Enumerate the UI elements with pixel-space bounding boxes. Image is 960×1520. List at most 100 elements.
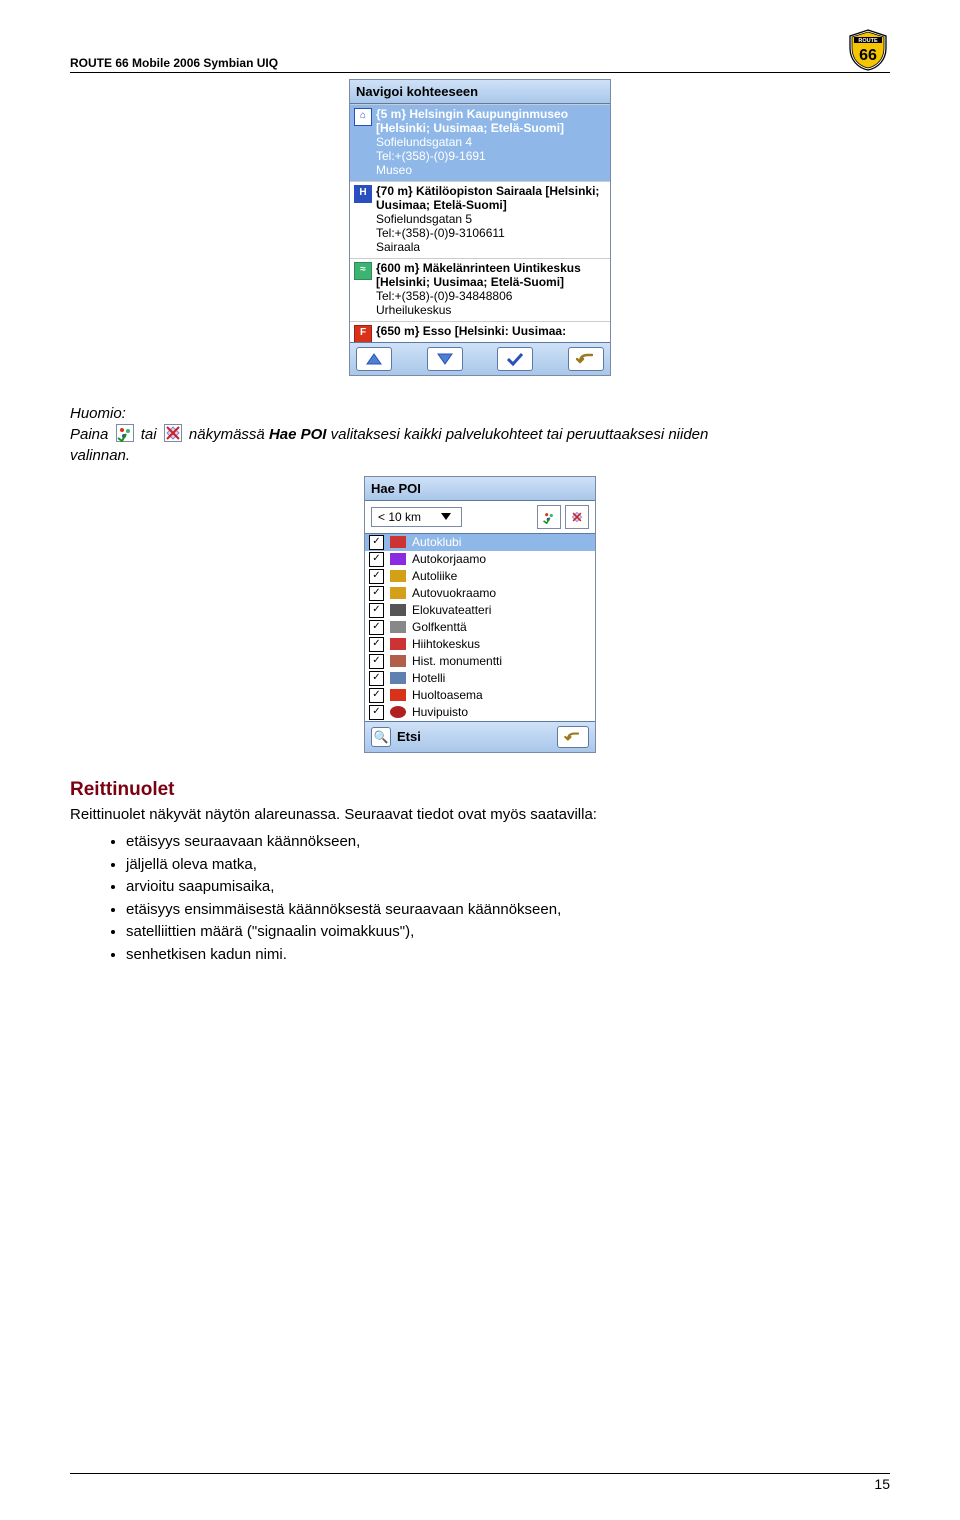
distance-value: < 10 km	[378, 510, 421, 524]
poi-result-item[interactable]: ⌂ {5 m} Helsingin Kaupunginmuseo [Helsin…	[350, 104, 610, 181]
page-header: ROUTE 66 Mobile 2006 Symbian UIQ ROUTE 6…	[70, 28, 890, 73]
poi-tel: Tel:+(358)-(0)9-3106611	[354, 226, 606, 240]
poi-type: Sairaala	[354, 240, 606, 254]
category-label: Huvipuisto	[412, 705, 468, 719]
checkbox-icon[interactable]	[369, 637, 384, 652]
checkbox-icon[interactable]	[369, 620, 384, 635]
list-item: etäisyys ensimmäisestä käännöksestä seur…	[126, 899, 890, 922]
fuel-icon: F	[354, 325, 372, 342]
search-label: Etsi	[397, 729, 421, 744]
list-item: arvioitu saapumisaika,	[126, 876, 890, 899]
checkbox-icon[interactable]	[369, 705, 384, 720]
poi-result-item[interactable]: H {70 m} Kätilöopiston Sairaala [Helsink…	[350, 181, 610, 258]
category-item[interactable]: Huoltoasema	[365, 687, 595, 704]
svg-text:66: 66	[859, 47, 877, 64]
category-label: Huoltoasema	[412, 688, 483, 702]
text: näkymässä	[189, 426, 265, 443]
category-item[interactable]: Huvipuisto	[365, 704, 595, 721]
poi-title: {5 m} Helsingin Kaupunginmuseo [Helsinki…	[376, 107, 606, 135]
select-all-button[interactable]	[537, 505, 561, 529]
category-icon	[390, 689, 406, 701]
text: valitaksesi kaikki palvelukohteet tai pe…	[331, 426, 709, 443]
checkbox-icon[interactable]	[369, 688, 384, 703]
category-icon	[390, 553, 406, 565]
poi-result-item-cutoff[interactable]: F {650 m} Esso [Helsinki: Uusimaa:	[350, 321, 610, 342]
page-number: 15	[874, 1476, 890, 1492]
category-label: Hotelli	[412, 671, 445, 685]
category-icon	[390, 655, 406, 667]
hospital-icon: H	[354, 185, 372, 203]
distance-dropdown[interactable]: < 10 km	[371, 507, 462, 527]
up-button[interactable]	[356, 347, 392, 371]
checkbox-icon[interactable]	[369, 654, 384, 669]
poi-title: {650 m} Esso [Helsinki: Uusimaa:	[376, 324, 566, 338]
select-all-poi-icon	[116, 424, 134, 442]
back-button[interactable]	[557, 726, 589, 748]
screenshot-hae-poi: Hae POI < 10 km Autoklubi Autokorjaamo A…	[364, 476, 596, 753]
checkbox-icon[interactable]	[369, 552, 384, 567]
category-icon	[390, 604, 406, 616]
home-icon: ⌂	[354, 108, 372, 126]
poi-address: Sofielundsgatan 4	[354, 135, 606, 149]
down-button[interactable]	[427, 347, 463, 371]
list-item: jäljellä oleva matka,	[126, 854, 890, 877]
category-item[interactable]: Autoliike	[365, 568, 595, 585]
window-titlebar: Hae POI	[365, 477, 595, 501]
poi-type: Urheilukeskus	[354, 303, 606, 317]
category-label: Autokorjaamo	[412, 552, 486, 566]
category-item[interactable]: Hist. monumentti	[365, 653, 595, 670]
poi-title: {70 m} Kätilöopiston Sairaala [Helsinki;…	[376, 184, 606, 212]
poi-title: {600 m} Mäkelänrinteen Uintikeskus [Hels…	[376, 261, 606, 289]
text: Paina	[70, 426, 108, 443]
search-bar: 🔍 Etsi	[365, 721, 595, 752]
route66-logo-icon: ROUTE 66	[846, 28, 890, 72]
category-item[interactable]: Hiihtokeskus	[365, 636, 595, 653]
poi-type: Museo	[354, 163, 606, 177]
category-icon	[390, 638, 406, 650]
section-heading: Reittinuolet	[70, 779, 890, 801]
section-intro: Reittinuolet näkyvät näytön alareunassa.…	[70, 805, 890, 825]
list-item: senhetkisen kadun nimi.	[126, 944, 890, 967]
note-label: Huomio:	[70, 405, 126, 422]
search-button[interactable]: 🔍 Etsi	[371, 727, 421, 747]
category-item[interactable]: Elokuvateatteri	[365, 602, 595, 619]
header-title: ROUTE 66 Mobile 2006 Symbian UIQ	[70, 56, 278, 70]
category-item[interactable]: Autokorjaamo	[365, 551, 595, 568]
list-item: satelliittien määrä ("signaalin voimakku…	[126, 921, 890, 944]
titlebar-label: Navigoi kohteeseen	[356, 84, 478, 99]
category-label: Autovuokraamo	[412, 586, 496, 600]
checkbox-icon[interactable]	[369, 671, 384, 686]
text: tai	[141, 426, 157, 443]
ok-button[interactable]	[497, 347, 533, 371]
poi-result-list: ⌂ {5 m} Helsingin Kaupunginmuseo [Helsin…	[350, 104, 610, 342]
deselect-all-button[interactable]	[565, 505, 589, 529]
search-icon: 🔍	[371, 727, 391, 747]
category-item[interactable]: Golfkenttä	[365, 619, 595, 636]
category-item[interactable]: Autoklubi	[365, 534, 595, 551]
deselect-all-poi-icon	[164, 424, 182, 442]
category-item[interactable]: Hotelli	[365, 670, 595, 687]
category-icon	[390, 587, 406, 599]
category-icon	[390, 706, 406, 718]
page-footer: 15	[70, 1473, 890, 1492]
checkbox-icon[interactable]	[369, 603, 384, 618]
category-list: Autoklubi Autokorjaamo Autoliike Autovuo…	[365, 534, 595, 721]
category-label: Elokuvateatteri	[412, 603, 491, 617]
checkbox-icon[interactable]	[369, 586, 384, 601]
svg-text:ROUTE: ROUTE	[858, 38, 878, 44]
category-label: Golfkenttä	[412, 620, 467, 634]
checkbox-icon[interactable]	[369, 569, 384, 584]
list-item: etäisyys seuraavaan käännökseen,	[126, 831, 890, 854]
checkbox-icon[interactable]	[369, 535, 384, 550]
poi-result-item[interactable]: ≈ {600 m} Mäkelänrinteen Uintikeskus [He…	[350, 258, 610, 321]
category-label: Hist. monumentti	[412, 654, 502, 668]
text: valinnan.	[70, 447, 130, 464]
back-button[interactable]	[568, 347, 604, 371]
window-titlebar: Navigoi kohteeseen	[350, 80, 610, 104]
category-item[interactable]: Autovuokraamo	[365, 585, 595, 602]
titlebar-label: Hae POI	[371, 481, 421, 496]
category-label: Autoklubi	[412, 535, 461, 549]
category-label: Hiihtokeskus	[412, 637, 480, 651]
chevron-down-icon	[441, 513, 451, 521]
poi-tel: Tel:+(358)-(0)9-1691	[354, 149, 606, 163]
